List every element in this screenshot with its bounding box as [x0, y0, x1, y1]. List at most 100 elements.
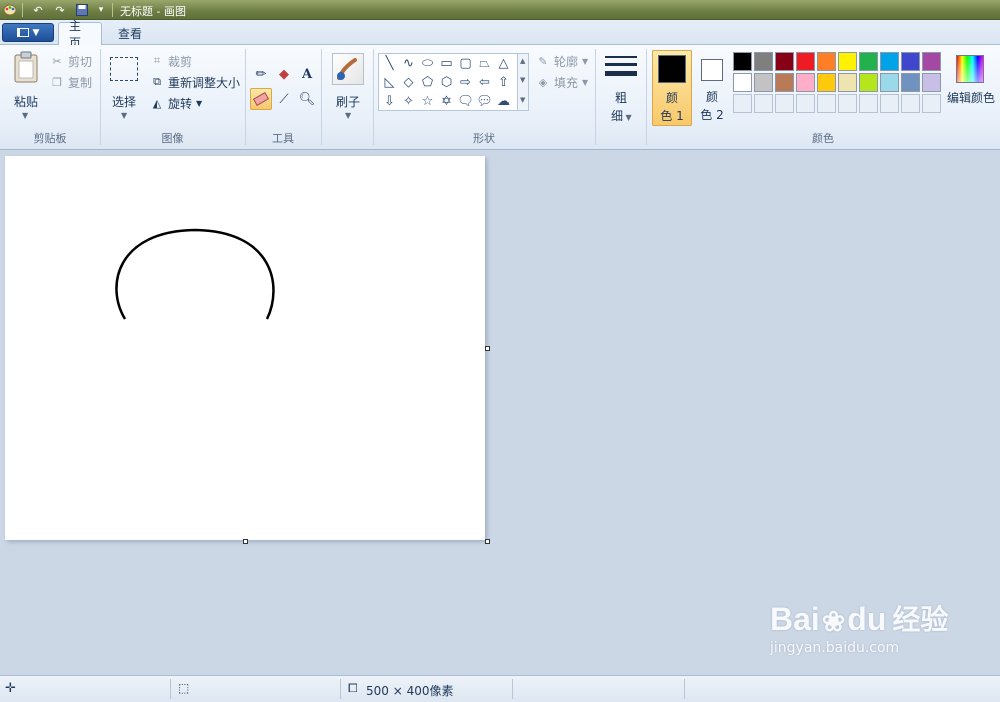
four-point-star-shape[interactable]: ✧: [399, 92, 418, 111]
custom-color-slot[interactable]: [775, 94, 794, 113]
custom-color-slot[interactable]: [796, 94, 815, 113]
crop-label: 裁剪: [168, 54, 193, 69]
hexagon-shape[interactable]: ⬡: [437, 73, 456, 92]
right-arrow-shape[interactable]: ⇨: [456, 73, 475, 92]
palette-swatch[interactable]: [775, 52, 794, 71]
custom-color-slot[interactable]: [733, 94, 752, 113]
redo-icon[interactable]: ↷: [52, 2, 68, 18]
oval-shape[interactable]: ⬭: [418, 54, 437, 73]
line-width-icon: [605, 55, 637, 81]
cloud-callout-shape[interactable]: ☁: [494, 92, 513, 111]
oval-callout-shape[interactable]: 💬︎: [475, 92, 494, 111]
group-separator: [321, 49, 322, 145]
triangle-shape[interactable]: △: [494, 54, 513, 73]
custom-color-slot[interactable]: [859, 94, 878, 113]
paint-app-icon[interactable]: [2, 2, 18, 18]
palette-swatch[interactable]: [901, 52, 920, 71]
palette-swatch[interactable]: [901, 73, 920, 92]
line-shape[interactable]: ╲: [380, 54, 399, 73]
palette-swatch[interactable]: [796, 73, 815, 92]
magnifier-tool[interactable]: 🔍︎: [296, 88, 318, 110]
group-label-colors: 颜色: [812, 132, 834, 145]
copy-button[interactable]: ❐ 复制: [50, 73, 92, 91]
paste-button[interactable]: 粘贴 ▼: [8, 51, 44, 127]
brushes-button[interactable]: 刷子 ▼: [328, 51, 368, 127]
rect-callout-shape[interactable]: 🗨︎: [456, 92, 475, 111]
watermark-brand-2: du: [847, 601, 887, 637]
outline-button[interactable]: ✎ 轮廓 ▼: [536, 52, 588, 70]
rotate-icon: ◭: [152, 96, 162, 110]
save-icon[interactable]: [74, 2, 90, 18]
color-picker-tool[interactable]: ⟋: [273, 88, 295, 110]
palette-swatch[interactable]: [796, 52, 815, 71]
up-arrow-shape[interactable]: ⇧: [494, 73, 513, 92]
palette-swatch[interactable]: [775, 73, 794, 92]
scroll-down-icon[interactable]: ▼: [520, 76, 525, 84]
file-menu-button[interactable]: ▼: [2, 23, 54, 42]
custom-color-slot[interactable]: [817, 94, 836, 113]
five-point-star-shape[interactable]: ☆: [418, 92, 437, 111]
tab-home[interactable]: 主页: [58, 19, 102, 50]
resize-button[interactable]: ⧉ 重新调整大小: [150, 73, 240, 91]
palette-swatch[interactable]: [754, 52, 773, 71]
fill-tool[interactable]: ◆: [273, 63, 295, 85]
expand-gallery-icon[interactable]: ▼: [520, 96, 525, 104]
eraser-tool[interactable]: [250, 88, 272, 110]
resize-handle-bottom[interactable]: [243, 539, 248, 544]
palette-swatch[interactable]: [733, 73, 752, 92]
down-arrow-shape[interactable]: ⇩: [380, 92, 399, 111]
right-triangle-shape[interactable]: ◺: [380, 73, 399, 92]
crop-button[interactable]: ⌗ 裁剪: [150, 52, 192, 70]
palette-swatch[interactable]: [817, 73, 836, 92]
pentagon-shape[interactable]: ⬠: [418, 73, 437, 92]
color-1-button[interactable]: 颜 色 1: [652, 50, 692, 126]
palette-swatch[interactable]: [859, 52, 878, 71]
undo-icon[interactable]: ↶: [30, 2, 46, 18]
left-arrow-shape[interactable]: ⇦: [475, 73, 494, 92]
ribbon-tab-row: ▼ 主页 查看: [0, 19, 1000, 50]
custom-color-slot[interactable]: [901, 94, 920, 113]
diamond-shape[interactable]: ◇: [399, 73, 418, 92]
resize-handle-right[interactable]: [485, 346, 490, 351]
scroll-up-icon[interactable]: ▲: [520, 57, 525, 65]
palette-swatch[interactable]: [838, 52, 857, 71]
size-button[interactable]: 粗 细 ▼: [601, 51, 641, 127]
six-point-star-shape[interactable]: ✡: [437, 92, 456, 111]
select-button[interactable]: 选择 ▼: [106, 51, 142, 127]
customize-quick-access-icon[interactable]: ▾: [93, 2, 109, 18]
pencil-tool[interactable]: ✏: [250, 63, 272, 85]
palette-swatch[interactable]: [733, 52, 752, 71]
curve-shape[interactable]: ∿: [399, 54, 418, 73]
custom-color-slot[interactable]: [838, 94, 857, 113]
text-tool[interactable]: A: [296, 63, 318, 85]
size-label-top: 粗: [614, 91, 627, 105]
edit-colors-button[interactable]: 编辑颜色: [946, 51, 996, 127]
palette-swatch[interactable]: [817, 52, 836, 71]
palette-swatch[interactable]: [754, 73, 773, 92]
custom-color-slot[interactable]: [922, 94, 941, 113]
palette-swatch[interactable]: [922, 73, 941, 92]
fill-button[interactable]: ◈ 填充 ▼: [536, 73, 588, 91]
color-2-button[interactable]: 颜 色 2: [694, 50, 730, 126]
rotate-button[interactable]: ◭ 旋转 ▼: [150, 94, 202, 112]
rounded-rectangle-shape[interactable]: ▢: [456, 54, 475, 73]
palette-swatch[interactable]: [838, 73, 857, 92]
selection-rect-icon: [110, 57, 138, 81]
rectangle-shape[interactable]: ▭: [437, 54, 456, 73]
palette-swatch[interactable]: [880, 73, 899, 92]
custom-color-slot[interactable]: [754, 94, 773, 113]
palette-swatch[interactable]: [859, 73, 878, 92]
palette-swatch[interactable]: [880, 52, 899, 71]
drawing-canvas[interactable]: [5, 156, 485, 540]
crop-icon: ⌗: [153, 54, 161, 67]
palette-swatch[interactable]: [922, 52, 941, 71]
four-point-star-icon: ✧: [403, 94, 414, 109]
polygon-shape[interactable]: ⏢: [475, 54, 494, 73]
chevron-down-icon: ▼: [582, 77, 589, 87]
triangle-icon: △: [498, 56, 509, 71]
clipboard-icon: [14, 51, 38, 83]
tab-view[interactable]: 查看: [108, 22, 152, 45]
resize-handle-corner[interactable]: [485, 539, 490, 544]
cut-button[interactable]: ✂ 剪切: [50, 52, 92, 70]
custom-color-slot[interactable]: [880, 94, 899, 113]
